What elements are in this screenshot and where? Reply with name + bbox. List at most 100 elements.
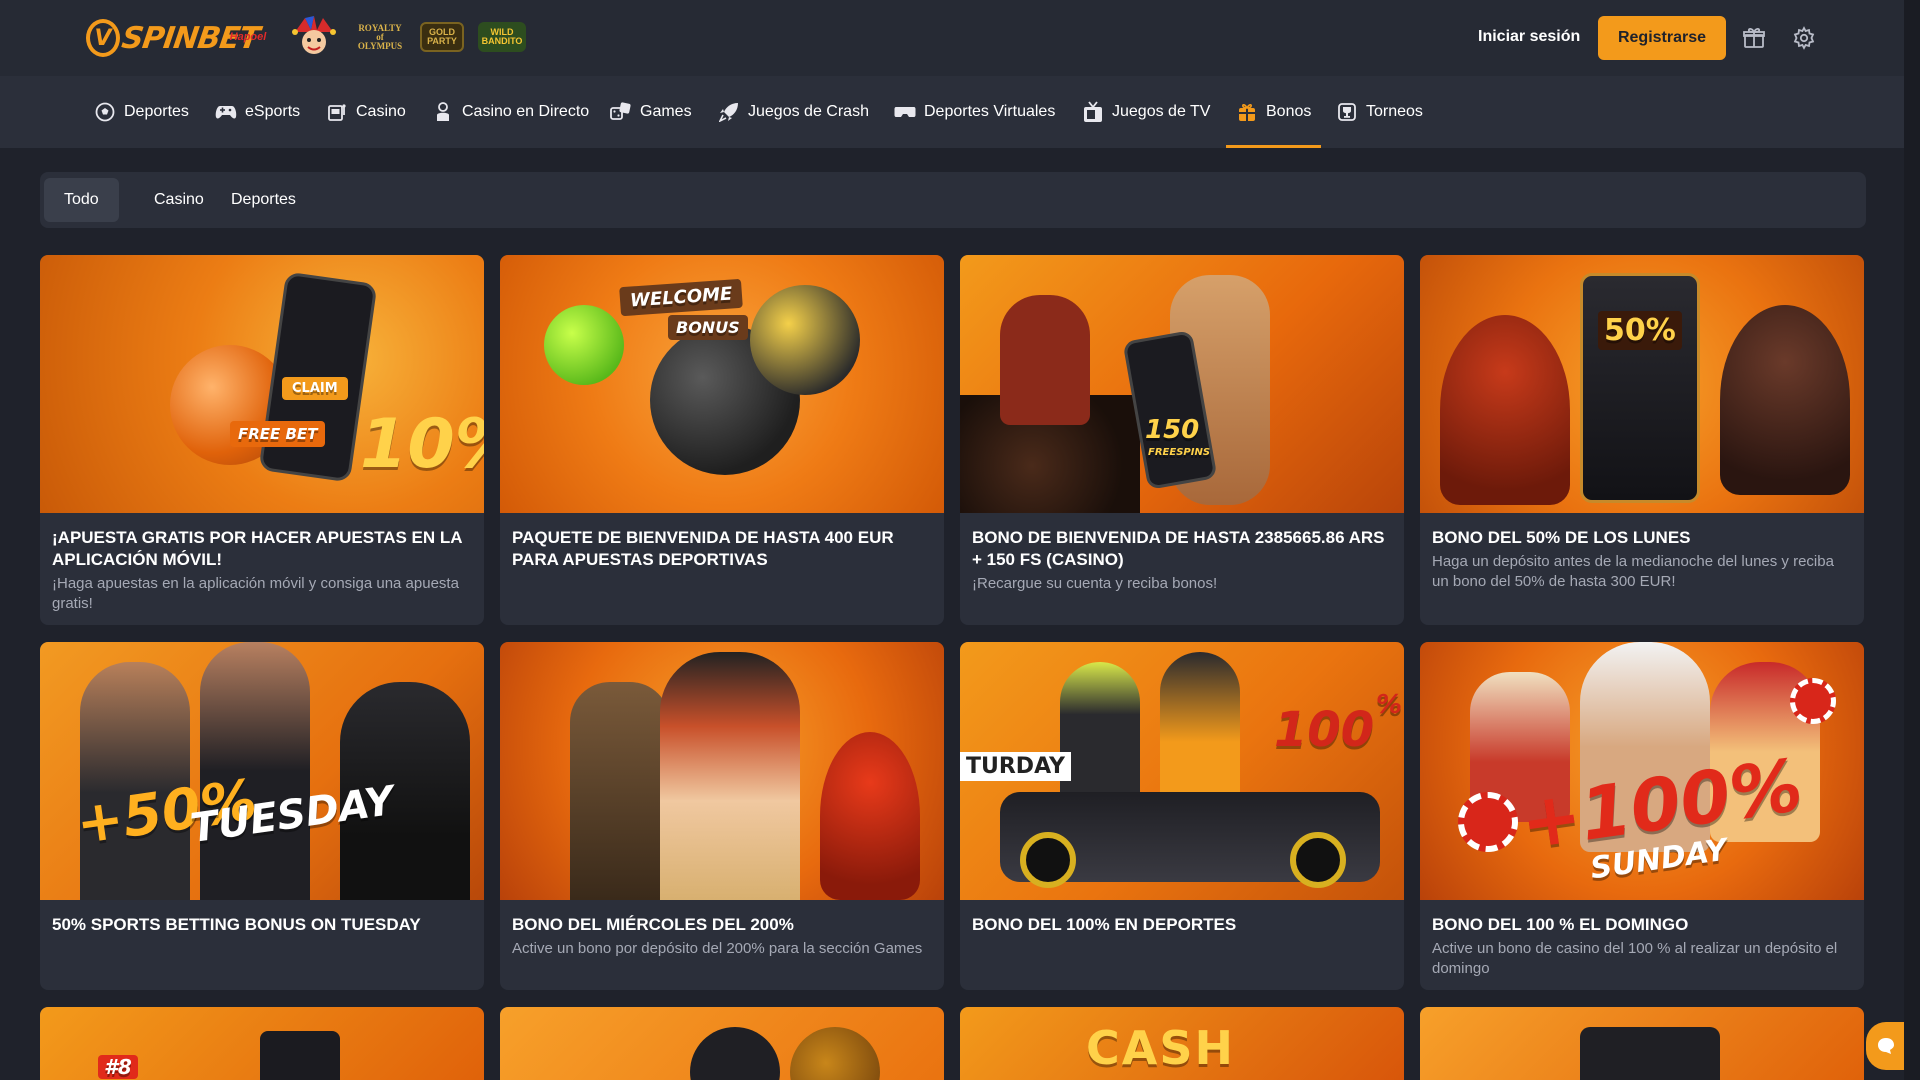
bonus-title: 50% SPORTS BETTING BONUS ON TUESDAY xyxy=(52,915,421,934)
bonus-banner-image xyxy=(1420,1007,1864,1080)
partner-logos: Hapoel ROYALTY of OLYMPUS GOLD PARTY WIL… xyxy=(222,14,526,60)
casino-chip-graphic xyxy=(1458,792,1518,852)
nav-label: Casino xyxy=(356,103,406,120)
nav-item-bonos[interactable]: Bonos xyxy=(1225,76,1322,148)
banner-cash-text: CASH xyxy=(1086,1021,1235,1075)
casino-chip-graphic xyxy=(1790,678,1836,724)
banner-free-bet-text: FREE BET xyxy=(230,421,326,447)
chat-icon xyxy=(1878,1038,1894,1054)
bonus-card[interactable] xyxy=(500,1007,944,1080)
partner-logo[interactable]: GOLD PARTY xyxy=(420,22,464,52)
bonus-card[interactable]: 150 FREESPINS BONO DE BIENVENIDA DE HAST… xyxy=(960,255,1404,625)
bonus-card[interactable]: WELCOME BONUS PAQUETE DE BIENVENIDA DE H… xyxy=(500,255,944,625)
bonus-title: PAQUETE DE BIENVENIDA DE HASTA 400 EUR P… xyxy=(512,528,894,569)
nav-item-juegos-de-tv[interactable]: Juegos de TV xyxy=(1082,76,1210,148)
parrot-graphic xyxy=(820,732,920,900)
partner-logo[interactable]: WILD BANDITO xyxy=(478,22,526,52)
nav-item-deportes-virtuales[interactable]: Deportes Virtuales xyxy=(894,76,1055,148)
slot-machine-icon xyxy=(326,101,348,123)
bonus-card[interactable]: CASH xyxy=(960,1007,1404,1080)
bonus-banner-image: #8 xyxy=(40,1007,484,1080)
bonus-description: Haga un depósito antes de la medianoche … xyxy=(1432,553,1834,590)
main-nav: Deportes eSports Casino Casino en Direct… xyxy=(0,76,1904,148)
phone-graphic xyxy=(260,1031,340,1080)
nav-label: Deportes xyxy=(124,103,189,120)
nav-item-casino[interactable]: Casino xyxy=(326,76,406,148)
nav-item-games[interactable]: Games xyxy=(610,76,692,148)
dice-icon xyxy=(610,101,632,123)
chat-button[interactable] xyxy=(1866,1022,1906,1070)
tennis-ball-graphic xyxy=(544,305,624,385)
bonus-description: ¡Haga apuestas en la aplicación móvil y … xyxy=(52,575,459,612)
nav-item-casino-en-directo[interactable]: Casino en Directo xyxy=(432,76,589,148)
bonus-banner-image xyxy=(500,642,944,900)
banner-150-text: 150 xyxy=(1145,415,1200,445)
nav-label: Juegos de TV xyxy=(1112,103,1211,120)
racer-graphic xyxy=(1060,662,1140,812)
tv-icon xyxy=(1082,101,1104,123)
pirate-man-graphic xyxy=(570,682,670,900)
nav-label: Games xyxy=(640,103,692,120)
nav-item-torneos[interactable]: Torneos xyxy=(1336,76,1423,148)
partner-logo-joker[interactable] xyxy=(288,14,340,60)
page-scrollbar[interactable] xyxy=(1904,0,1920,1080)
gift-icon[interactable] xyxy=(1742,26,1766,50)
nav-label: Casino en Directo xyxy=(462,103,590,120)
bonus-card[interactable]: #8 xyxy=(40,1007,484,1080)
nav-item-esports[interactable]: eSports xyxy=(215,76,300,148)
bonus-banner-image: WELCOME BONUS xyxy=(500,255,944,513)
wheel-graphic xyxy=(1020,832,1076,888)
banner-welcome-text: WELCOME xyxy=(619,278,744,317)
bull-graphic xyxy=(1720,305,1850,495)
bonus-description: Active un bono de casino del 100 % al re… xyxy=(1432,940,1838,977)
bonus-banner-image: TURDAY 100 % xyxy=(960,642,1404,900)
bonus-title: BONO DEL 100 % EL DOMINGO xyxy=(1432,915,1689,934)
bonus-card[interactable]: +50% TUESDAY 50% SPORTS BETTING BONUS ON… xyxy=(40,642,484,990)
bonus-card[interactable]: CLAIM FREE BET 10% ¡APUESTA GRATIS POR H… xyxy=(40,255,484,625)
ball-graphic xyxy=(750,285,860,395)
register-button[interactable]: Registrarse xyxy=(1598,16,1726,60)
banner-rank-text: #8 xyxy=(98,1055,138,1079)
rocket-icon xyxy=(718,101,740,123)
dealer-icon xyxy=(432,101,454,123)
bonus-banner-image: CASH xyxy=(960,1007,1404,1080)
banner-percent-text: 10% xyxy=(360,405,484,484)
pirate-woman-graphic xyxy=(660,652,800,900)
nav-label: eSports xyxy=(245,103,301,120)
gear-icon[interactable] xyxy=(1792,26,1816,50)
gift-icon xyxy=(1236,101,1258,123)
bonus-title: BONO DEL MIÉRCOLES DEL 200% xyxy=(512,915,794,934)
bonus-banner-image: CLAIM FREE BET 10% xyxy=(40,255,484,513)
bonus-card[interactable]: +100% SUNDAY BONO DEL 100 % EL DOMINGO A… xyxy=(1420,642,1864,990)
banner-percent-text: % xyxy=(1376,690,1403,720)
bonus-banner-image: 150 FREESPINS xyxy=(960,255,1404,513)
joker-icon xyxy=(292,16,336,54)
nav-label: Juegos de Crash xyxy=(748,103,869,120)
login-link[interactable]: Iniciar sesión xyxy=(1478,28,1580,46)
partner-logo[interactable]: ROYALTY of OLYMPUS xyxy=(354,14,406,60)
bonus-card[interactable]: 50% BONO DEL 50% DE LOS LUNES Haga un de… xyxy=(1420,255,1864,625)
nav-label: Bonos xyxy=(1266,103,1312,120)
nav-item-juegos-de-crash[interactable]: Juegos de Crash xyxy=(718,76,869,148)
partner-logo[interactable]: Hapoel xyxy=(222,14,274,60)
tab-deportes[interactable]: Deportes xyxy=(211,178,316,222)
racer-graphic xyxy=(1160,652,1240,802)
ball-graphic xyxy=(790,1027,880,1080)
tab-todo[interactable]: Todo xyxy=(44,178,119,222)
cowgirl-graphic xyxy=(1000,295,1090,425)
bonus-title: BONO DE BIENVENIDA DE HASTA 2385665.86 A… xyxy=(972,528,1385,569)
soccer-ball-icon xyxy=(94,101,116,123)
bonus-filter-tabs: Todo Casino Deportes xyxy=(40,172,1866,228)
bonus-title: ¡APUESTA GRATIS POR HACER APUESTAS EN LA… xyxy=(52,528,462,569)
bonus-card[interactable]: TURDAY 100 % BONO DEL 100% EN DEPORTES xyxy=(960,642,1404,990)
bonus-card[interactable] xyxy=(1420,1007,1864,1080)
bonus-description: ¡Recargue su cuenta y reciba bonos! xyxy=(972,575,1218,592)
vr-headset-icon xyxy=(894,101,916,123)
bonus-banner-image: 50% xyxy=(1420,255,1864,513)
trophy-icon xyxy=(1336,101,1358,123)
banner-claim-text: CLAIM xyxy=(282,377,348,400)
banner-freespins-text: FREESPINS xyxy=(1148,447,1211,458)
nav-item-deportes[interactable]: Deportes xyxy=(94,76,189,148)
nav-label: Torneos xyxy=(1366,103,1423,120)
bonus-card[interactable]: BONO DEL MIÉRCOLES DEL 200% Active un bo… xyxy=(500,642,944,990)
